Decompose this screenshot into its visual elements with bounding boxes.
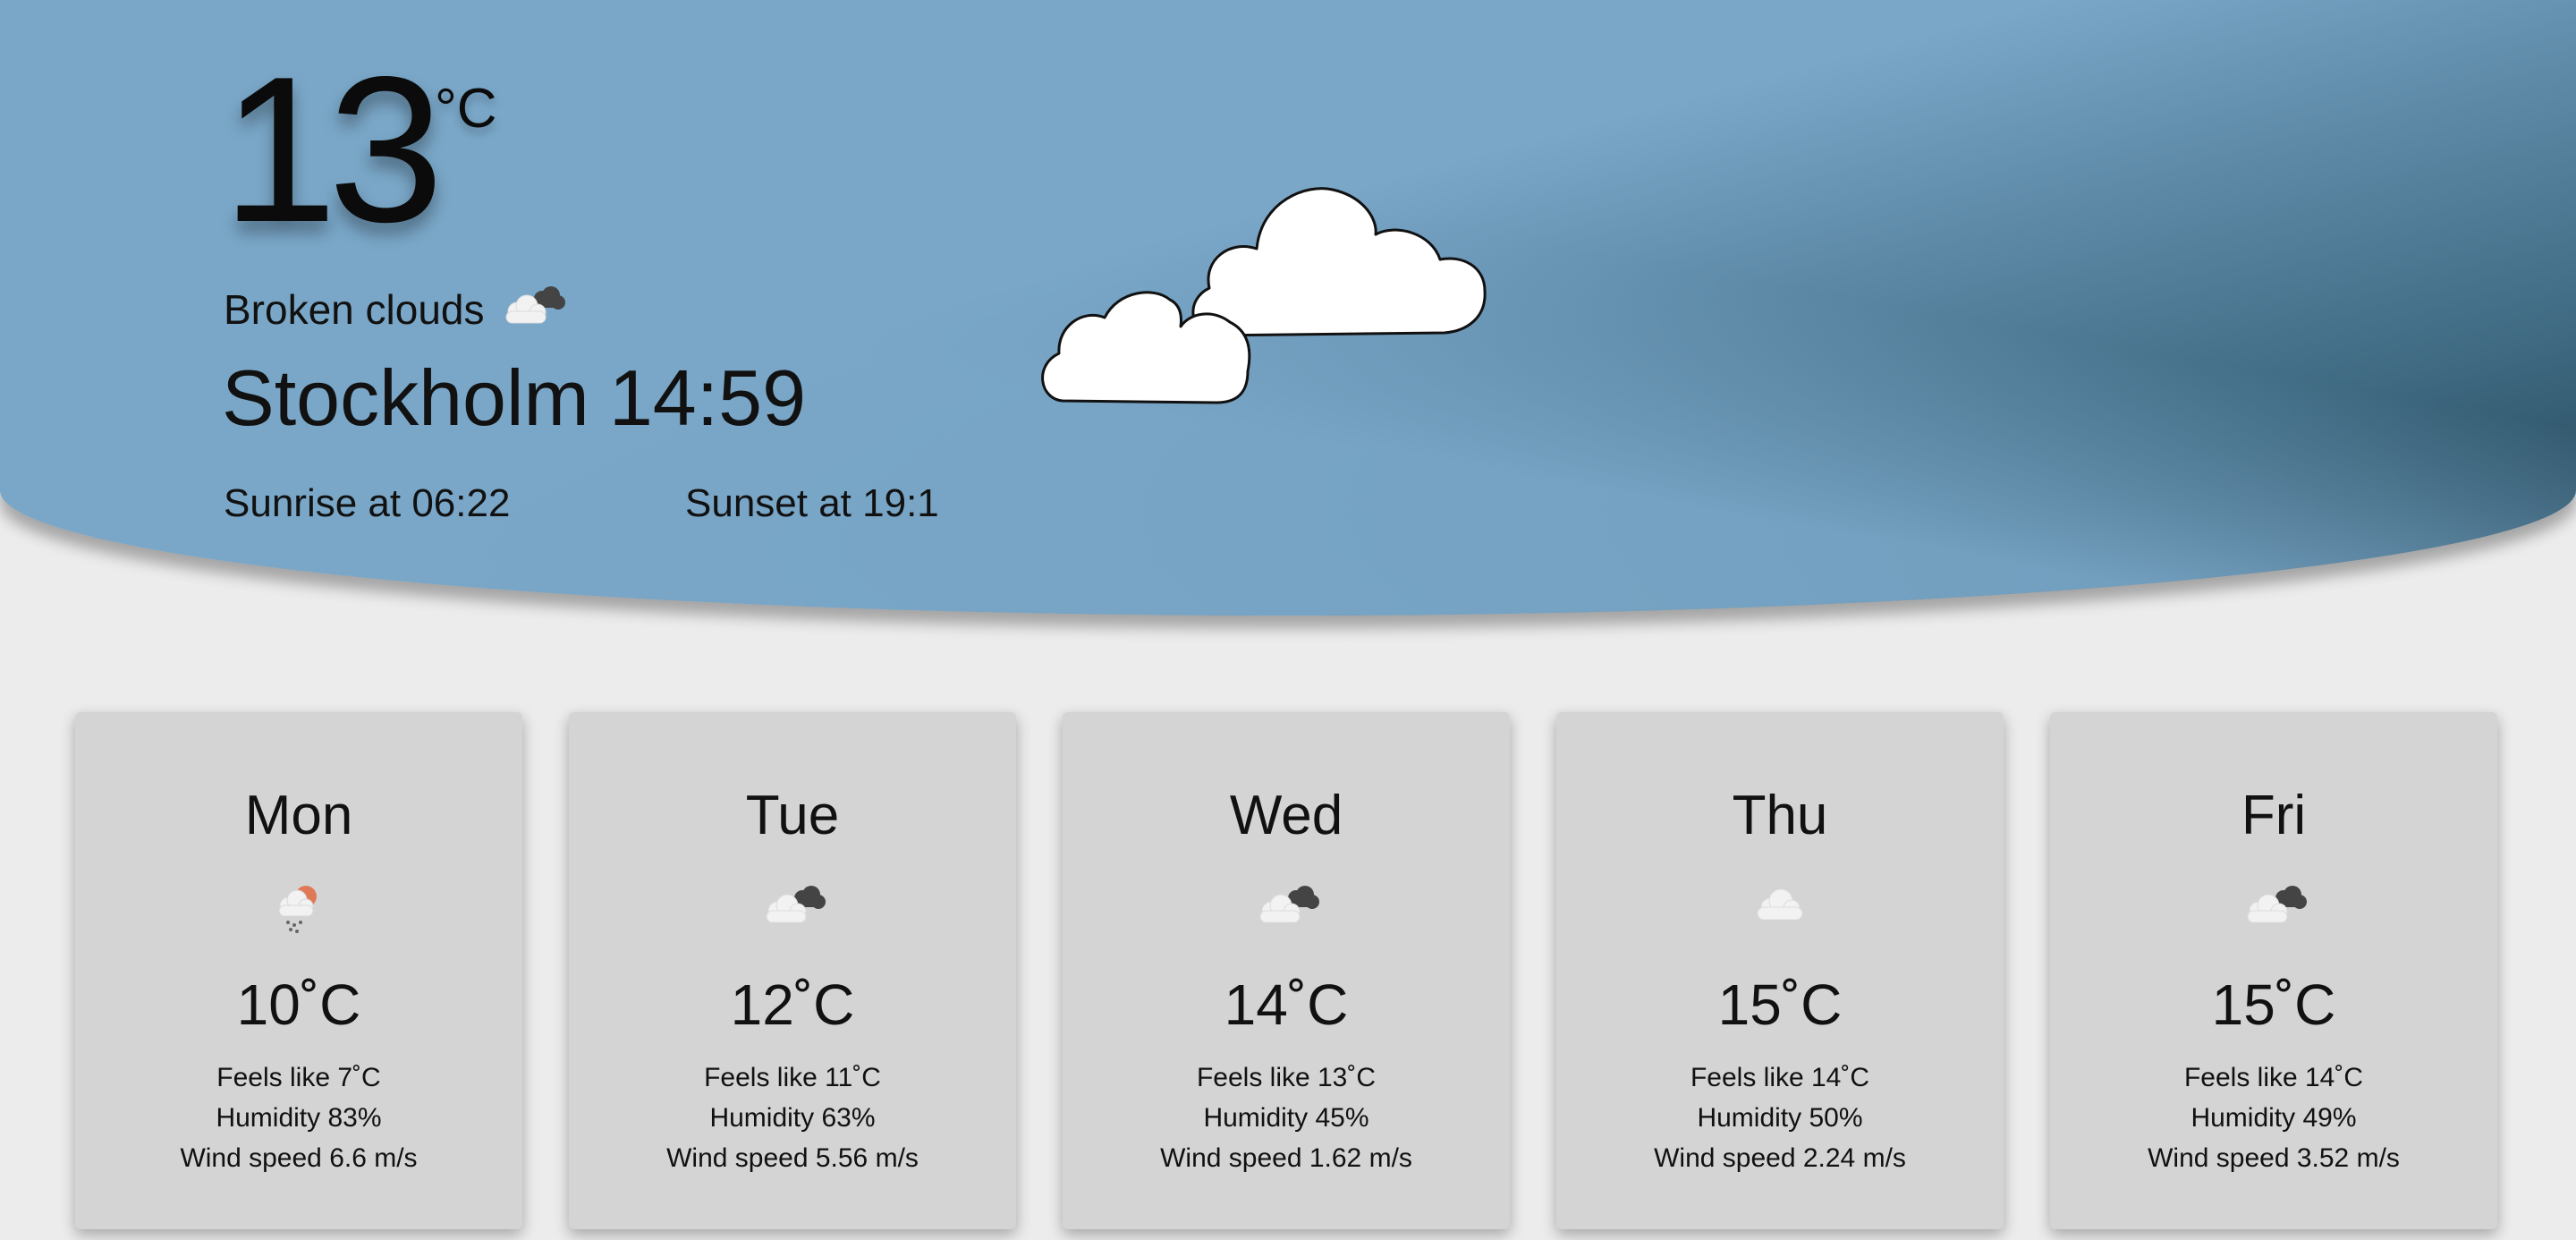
forecast-temperature: 14˚C [1224,972,1349,1037]
temperature-unit: °C [435,78,497,140]
big-clouds-illustration [1038,134,1556,425]
humidity: Humidity 49% [2190,1103,2357,1133]
broken-clouds-icon [497,281,567,337]
feels-like: Feels like 14˚C [2183,1063,2364,1092]
broken-clouds-icon [1063,880,1510,927]
current-temperature: 13 [222,34,444,266]
humidity: Humidity 83% [216,1103,382,1133]
forecast-temperature: 10˚C [236,972,361,1037]
local-time: 14:59 [608,353,807,442]
wind-speed: Wind speed 5.56 m/s [666,1143,919,1173]
city-name: Stockholm [222,353,589,442]
forecast-temperature: 15˚C [2211,972,2336,1037]
wind-speed: Wind speed 6.6 m/s [180,1143,418,1173]
wind-speed: Wind speed 1.62 m/s [1160,1143,1412,1173]
sunrise-time: Sunrise at 06:22 [224,481,511,525]
feels-like: Feels like 7˚C [216,1063,381,1092]
feels-like: Feels like 14˚C [1690,1063,1870,1092]
forecast-card-fri: Fri 15˚C Feels like 14˚C Humidity 49% Wi… [2050,712,2497,1229]
forecast-card-tue: Tue 12˚C Feels like 11˚C Humidity 63% Wi… [569,712,1016,1229]
forecast-day: Tue [745,785,840,846]
forecast-day: Wed [1229,785,1343,846]
feels-like: Feels like 13˚C [1196,1063,1377,1092]
forecast-list: Mon 10˚C Feels like 7˚C Humidity 83% Win… [75,712,2497,1229]
weather-description-row: Broken clouds [224,281,567,337]
cloud-icon [1556,880,2004,927]
forecast-card-wed: Wed 14˚C Feels like 13˚C Humidity 45% Wi… [1063,712,1510,1229]
city-and-time: Stockholm 14:59 [222,352,806,444]
forecast-day: Thu [1732,785,1828,846]
forecast-card-thu: Thu 15˚C Feels like 14˚C Humidity 50% Wi… [1556,712,2004,1229]
broken-clouds-icon [569,880,1016,927]
broken-clouds-icon [2050,880,2497,927]
forecast-temperature: 15˚C [1717,972,1843,1037]
forecast-card-mon: Mon 10˚C Feels like 7˚C Humidity 83% Win… [75,712,522,1229]
humidity: Humidity 63% [709,1103,876,1133]
current-weather-header: 13 °C Broken clouds Stockholm 14:59 Sunr… [0,0,2576,616]
wind-speed: Wind speed 3.52 m/s [2148,1143,2400,1173]
forecast-day: Mon [244,785,353,846]
sunset-time: Sunset at 19:1 [685,481,939,525]
humidity: Humidity 45% [1203,1103,1369,1133]
weather-description: Broken clouds [224,285,485,333]
rain-sun-icon [75,880,522,936]
forecast-temperature: 12˚C [730,972,855,1037]
humidity: Humidity 50% [1697,1103,1863,1133]
feels-like: Feels like 11˚C [704,1063,881,1092]
wind-speed: Wind speed 2.24 m/s [1654,1143,1906,1173]
forecast-day: Fri [2241,785,2307,846]
